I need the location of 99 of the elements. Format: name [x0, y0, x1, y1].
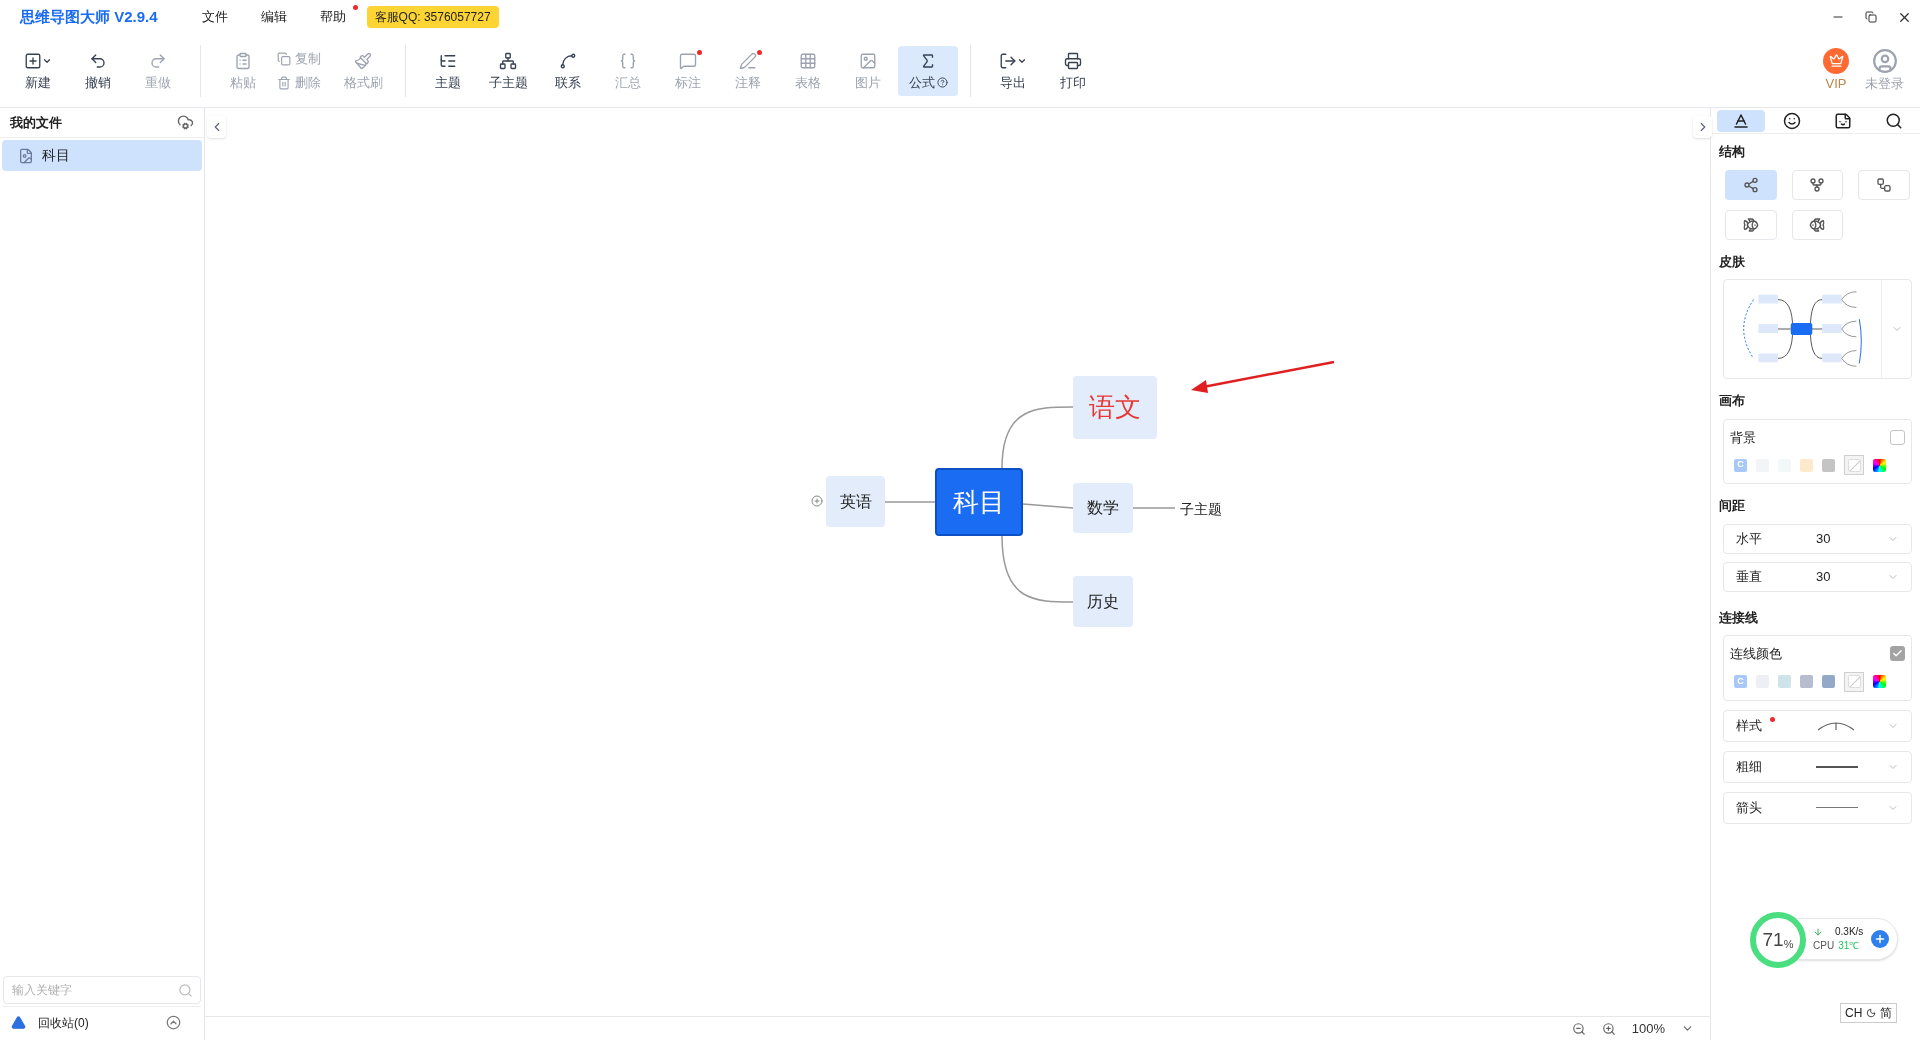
toolbar-button[interactable]: 联系: [538, 45, 598, 96]
sidebar-title: 我的文件: [10, 113, 62, 132]
org-chart-icon[interactable]: [1858, 169, 1910, 200]
section-title: 画布: [1719, 392, 1746, 410]
image-icon: [859, 51, 877, 70]
brush-icon: [354, 51, 372, 70]
network-icon: [499, 51, 517, 70]
connector-line: [884, 501, 936, 503]
cpu-temperature: 31℃: [1838, 939, 1860, 953]
color-swatch[interactable]: [1800, 458, 1813, 472]
braces-icon: [619, 51, 637, 70]
trash-label[interactable]: 回收站(0): [38, 1013, 89, 1032]
color-picker-swatch[interactable]: [1873, 458, 1886, 472]
printer-icon: [1064, 51, 1082, 70]
curve-style-icon: [1816, 719, 1856, 732]
copy-icon: [277, 51, 291, 66]
comment-icon: [679, 51, 697, 70]
search-icon: [178, 983, 193, 998]
connector-icon: [559, 51, 577, 70]
cloud-sync-icon[interactable]: [177, 114, 194, 131]
toolbar-button[interactable]: 公式: [898, 45, 958, 96]
toolbar-button[interactable]: 主题: [418, 45, 478, 96]
thin-line-icon: [1816, 807, 1858, 808]
network-speed: 0.3K/s: [1835, 925, 1864, 939]
checkbox[interactable]: [1890, 646, 1905, 662]
collapse-right-button[interactable]: [1693, 116, 1712, 138]
section-title: 间距: [1719, 497, 1746, 515]
color-swatch[interactable]: [1800, 675, 1813, 688]
subtopic-text[interactable]: 子主题: [1180, 499, 1222, 520]
expand-icon[interactable]: [166, 1015, 181, 1030]
background-label: 背景: [1730, 428, 1756, 447]
undo-icon: [89, 51, 107, 70]
line-option-dropdown[interactable]: 样式: [1723, 709, 1912, 742]
fishbone-icon[interactable]: [1791, 209, 1844, 240]
color-swatch[interactable]: [1822, 675, 1835, 688]
crown-icon: [1823, 47, 1849, 74]
memory-percent: 71: [1762, 927, 1784, 952]
collapse-left-button[interactable]: [207, 116, 226, 138]
pen-icon: [739, 51, 757, 70]
trash-icon: [277, 75, 291, 90]
toolbar-button[interactable]: 打印: [1043, 45, 1103, 96]
topic-node[interactable]: 历史: [1073, 576, 1133, 627]
search-field[interactable]: 输入关键字: [3, 976, 201, 1004]
zoom-in-icon[interactable]: [1601, 1021, 1616, 1036]
checkbox[interactable]: [1890, 429, 1905, 445]
connector-line: [1132, 507, 1176, 509]
root-topic[interactable]: 科目: [935, 468, 1023, 536]
zoom-out-icon[interactable]: [1571, 1021, 1586, 1036]
mindmap-layout-icon[interactable]: [1725, 169, 1777, 200]
connector-line: [1022, 503, 1074, 509]
clipboard-icon: [234, 51, 252, 70]
menu-item[interactable]: 文件: [189, 7, 240, 27]
toolbar-button[interactable]: 新建: [8, 45, 68, 96]
cpu-label: CPU: [1813, 939, 1835, 953]
no-color-swatch[interactable]: [1844, 455, 1864, 475]
mindmap-file-icon: [18, 147, 34, 164]
menu-item[interactable]: 编辑: [248, 7, 299, 27]
redo-icon: [149, 51, 167, 70]
topic-node[interactable]: 英语: [826, 476, 885, 527]
section-title: 结构: [1719, 143, 1746, 161]
expand-node-icon[interactable]: [811, 495, 823, 507]
app-title: 思维导图大师 V2.9.4: [20, 6, 158, 27]
new-icon: [24, 51, 42, 70]
support-badge: 客服QQ: 3576057727: [366, 6, 499, 28]
text-style-icon[interactable]: [1716, 109, 1765, 132]
toolbar-button[interactable]: 导出: [983, 45, 1043, 96]
spacing-dropdown[interactable]: 垂直 30: [1723, 561, 1912, 592]
download-arrow-icon: [1813, 927, 1823, 937]
fishbone-icon[interactable]: [1725, 209, 1777, 240]
line-color-label: 连线颜色: [1730, 645, 1782, 663]
add-icon[interactable]: [1871, 930, 1889, 948]
color-picker-swatch[interactable]: [1873, 675, 1886, 688]
restore-icon[interactable]: [1865, 11, 1877, 23]
line-option-dropdown[interactable]: 粗细: [1723, 750, 1912, 783]
file-item[interactable]: 科目: [2, 140, 202, 171]
color-swatch[interactable]: [1778, 675, 1791, 688]
percent-sign: %: [1783, 937, 1794, 952]
thick-line-icon: [1816, 765, 1858, 768]
toolbar-button[interactable]: 撤销: [68, 45, 128, 96]
menu-item[interactable]: 帮助: [307, 7, 358, 27]
user-icon: [1871, 47, 1898, 74]
grid-icon: [799, 51, 817, 70]
line-option-dropdown[interactable]: 箭头: [1723, 791, 1912, 824]
no-color-swatch[interactable]: [1844, 671, 1864, 692]
export-icon: [999, 51, 1017, 70]
spacing-dropdown[interactable]: 水平 30: [1723, 523, 1912, 554]
moon-icon: [1866, 1008, 1877, 1018]
skin-preview-card[interactable]: [1723, 279, 1912, 379]
fork-layout-icon[interactable]: [1791, 169, 1844, 200]
topic-node[interactable]: 数学: [1073, 483, 1133, 533]
section-title: 连接线: [1719, 608, 1759, 627]
zoom-level[interactable]: 100%: [1631, 1018, 1665, 1039]
trash-bin-icon: [11, 1015, 26, 1030]
color-swatch[interactable]: [1822, 458, 1835, 472]
toolbar-button[interactable]: 子主题: [478, 45, 538, 96]
help-icon: [936, 77, 948, 88]
section-title: 皮肤: [1719, 252, 1746, 271]
input-method-indicator[interactable]: CH 简: [1840, 1003, 1898, 1023]
topic-node[interactable]: 语文: [1073, 376, 1157, 439]
